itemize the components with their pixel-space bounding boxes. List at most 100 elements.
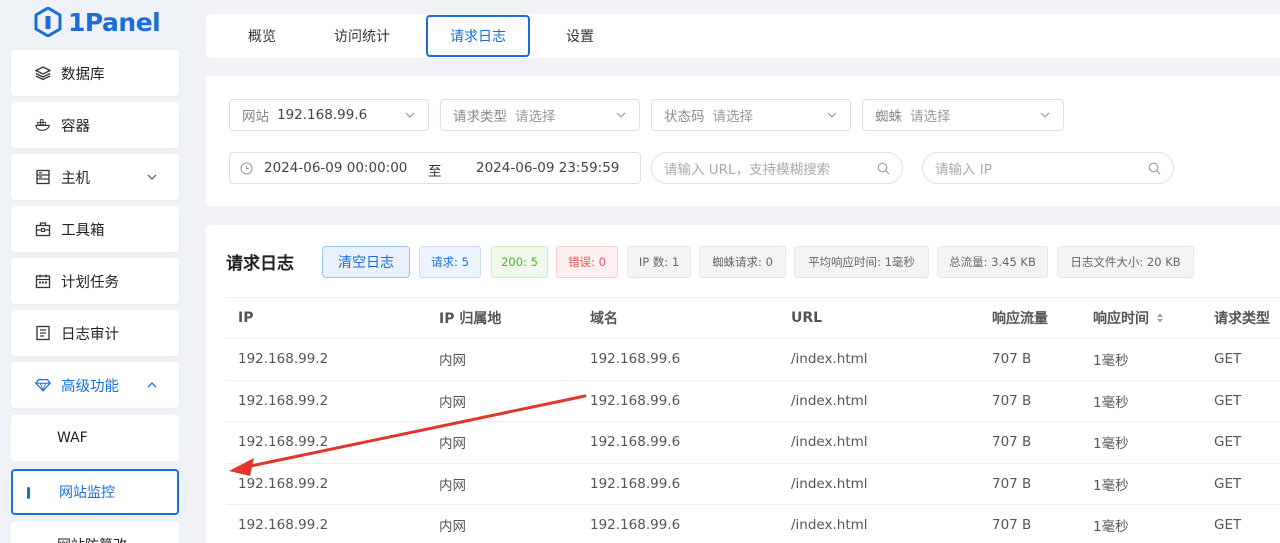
- date-end[interactable]: 2024-06-09 23:59:59: [476, 160, 619, 176]
- spider-placeholder: 请选择: [910, 109, 951, 125]
- cell-response-size: 707 B: [992, 517, 1032, 534]
- clock-icon: [240, 162, 253, 175]
- tab-label: 设置: [566, 29, 594, 45]
- cell-domain: 192.168.99.6: [590, 517, 681, 534]
- ip-search-input[interactable]: 请输入 IP: [922, 152, 1174, 184]
- app-logo[interactable]: 1Panel: [34, 6, 161, 38]
- stat-badge-requests: 请求: 5: [419, 246, 481, 278]
- column-header-ip: IP: [238, 310, 254, 326]
- cell-response-time: 1毫秒: [1093, 394, 1129, 411]
- cell-ip: 192.168.99.2: [238, 517, 329, 534]
- cell-url: /index.html: [791, 517, 868, 534]
- stat-badge-traffic: 总流量: 3.45 KB: [937, 246, 1048, 278]
- chevron-down-icon: [405, 112, 415, 118]
- stat-badge-ip-count: IP 数: 1: [627, 246, 691, 278]
- sidebar-item-container[interactable]: 容器: [11, 102, 179, 148]
- app-name: 1Panel: [68, 7, 161, 37]
- server-icon: [35, 169, 51, 185]
- site-select-value: 192.168.99.6: [277, 107, 368, 123]
- selected-indicator: [27, 487, 30, 499]
- status-code-placeholder: 请选择: [712, 109, 754, 125]
- url-search-input[interactable]: 请输入 URL，支持模糊搜索: [651, 152, 903, 184]
- tab-bar: 概览 访问统计 请求日志 设置: [206, 14, 1280, 58]
- request-log-table: IP IP 归属地 域名 URL 响应流量 响应时间 请求类型 192.168.…: [226, 297, 1280, 543]
- chevron-down-icon: [1040, 112, 1050, 118]
- chevron-down-icon: [147, 174, 157, 180]
- sidebar-item-label: 日志审计: [61, 326, 119, 343]
- cell-ip-location: 内网: [439, 353, 466, 370]
- sidebar-item-label: 主机: [61, 170, 90, 187]
- date-range-picker[interactable]: 2024-06-09 00:00:00 至 2024-06-09 23:59:5…: [229, 152, 641, 184]
- date-separator: 至: [428, 164, 442, 180]
- stat-badge-avg-response: 平均响应时间: 1毫秒: [794, 246, 929, 278]
- cell-ip-location: 内网: [439, 477, 466, 494]
- cell-domain: 192.168.99.6: [590, 392, 681, 409]
- cell-request-type: GET: [1214, 434, 1242, 451]
- sidebar-sub-item-tamper-proof[interactable]: 网站防篡改: [11, 522, 179, 543]
- clear-log-button[interactable]: 清空日志: [322, 246, 410, 278]
- sidebar-sub-item-label: WAF: [57, 430, 88, 446]
- sidebar-item-advanced[interactable]: 高级功能: [11, 362, 179, 408]
- chevron-down-icon: [616, 112, 626, 118]
- cell-ip: 192.168.99.2: [238, 475, 329, 492]
- sort-icon[interactable]: [1155, 312, 1165, 324]
- sidebar-sub-item-waf[interactable]: WAF: [11, 415, 179, 461]
- request-type-select[interactable]: 请求类型 请选择: [440, 99, 640, 131]
- tab-settings[interactable]: 设置: [544, 15, 616, 57]
- sidebar-item-toolbox[interactable]: 工具箱: [11, 206, 179, 252]
- logo-icon: [34, 7, 62, 37]
- cell-response-time: 1毫秒: [1093, 519, 1129, 536]
- table-row[interactable]: 192.168.99.2 内网 192.168.99.6 /index.html…: [226, 381, 1280, 422]
- tab-overview[interactable]: 概览: [226, 15, 298, 57]
- site-select[interactable]: 网站 192.168.99.6: [229, 99, 429, 131]
- stat-badge-spider: 蜘蛛请求: 0: [699, 246, 786, 278]
- column-header-response-time[interactable]: 响应时间: [1093, 298, 1165, 338]
- date-start[interactable]: 2024-06-09 00:00:00: [264, 160, 407, 176]
- sidebar-item-cron[interactable]: 计划任务: [11, 258, 179, 304]
- layers-icon: [35, 65, 51, 81]
- cell-url: /index.html: [791, 351, 868, 368]
- cell-request-type: GET: [1214, 392, 1242, 409]
- sidebar-sub-item-site-monitor[interactable]: 网站监控: [11, 469, 179, 515]
- tab-access-stats[interactable]: 访问统计: [312, 15, 412, 57]
- sidebar-item-log-audit[interactable]: 日志审计: [11, 310, 179, 356]
- tab-label: 概览: [248, 29, 276, 45]
- cell-response-size: 707 B: [992, 351, 1032, 368]
- cell-request-type: GET: [1214, 517, 1242, 534]
- spider-label: 蜘蛛: [875, 109, 902, 125]
- table-row[interactable]: 192.168.99.2 内网 192.168.99.6 /index.html…: [226, 464, 1280, 505]
- log-icon: [35, 325, 51, 341]
- stat-badge-errors: 错误: 0: [556, 246, 618, 278]
- filter-panel: 网站 192.168.99.6 请求类型 请选择 状态码 请选择 蜘蛛 请选择 …: [206, 76, 1280, 206]
- cell-ip-location: 内网: [439, 394, 466, 411]
- table-row[interactable]: 192.168.99.2 内网 192.168.99.6 /index.html…: [226, 422, 1280, 464]
- cell-request-type: GET: [1214, 475, 1242, 492]
- tab-label: 访问统计: [334, 29, 390, 45]
- column-header-domain: 域名: [590, 311, 618, 327]
- cell-url: /index.html: [791, 475, 868, 492]
- request-type-label: 请求类型: [453, 109, 507, 125]
- table-row[interactable]: 192.168.99.2 内网 192.168.99.6 /index.html…: [226, 505, 1280, 543]
- cell-url: /index.html: [791, 392, 868, 409]
- status-code-select[interactable]: 状态码 请选择: [651, 99, 851, 131]
- sidebar-item-label: 计划任务: [61, 274, 119, 291]
- sidebar-item-label: 容器: [61, 118, 90, 135]
- tab-request-log[interactable]: 请求日志: [426, 15, 530, 57]
- cell-response-time: 1毫秒: [1093, 353, 1129, 370]
- search-icon: [877, 162, 890, 175]
- sidebar-item-host[interactable]: 主机: [11, 154, 179, 200]
- column-header-request-type: 请求类型: [1214, 311, 1270, 327]
- cell-domain: 192.168.99.6: [590, 434, 681, 451]
- cell-request-type: GET: [1214, 351, 1242, 368]
- cell-domain: 192.168.99.6: [590, 351, 681, 368]
- table-row[interactable]: 192.168.99.2 内网 192.168.99.6 /index.html…: [226, 339, 1280, 381]
- spider-select[interactable]: 蜘蛛 请选择: [862, 99, 1064, 131]
- docker-icon: [35, 117, 51, 133]
- cell-response-time: 1毫秒: [1093, 436, 1129, 453]
- request-type-placeholder: 请选择: [515, 109, 556, 125]
- cell-ip: 192.168.99.2: [238, 351, 329, 368]
- url-search-placeholder: 请输入 URL，支持模糊搜索: [664, 162, 831, 178]
- stat-badge-200: 200: 5: [491, 246, 548, 278]
- sidebar-item-database[interactable]: 数据库: [11, 50, 179, 96]
- request-log-panel: 请求日志 清空日志 请求: 5 200: 5 错误: 0 IP 数: 1 蜘蛛请…: [206, 225, 1280, 543]
